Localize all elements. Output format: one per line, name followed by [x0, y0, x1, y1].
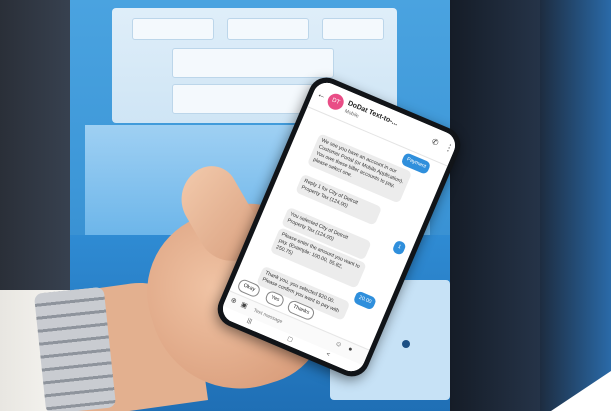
phone-call-icon[interactable]: ✆	[430, 137, 440, 148]
avatar: DT	[325, 91, 347, 113]
nav-back-icon[interactable]: <	[325, 351, 331, 358]
kiosk-button	[322, 18, 384, 40]
message-bubble-outgoing: 1	[391, 239, 407, 256]
photo-scene: ← DT DoDat Text-to-... Mobile ✆ ⋮ Paymen…	[0, 0, 611, 411]
add-icon[interactable]: ⊕	[229, 296, 238, 306]
nav-recent-icon[interactable]: |||	[246, 318, 253, 325]
kiosk-button	[227, 18, 309, 40]
nav-home-icon[interactable]: ▢	[286, 335, 294, 344]
microphone-icon[interactable]: ●	[347, 346, 354, 354]
back-arrow-icon[interactable]: ←	[316, 88, 328, 101]
kiosk-indicator	[402, 340, 410, 348]
kiosk-button	[132, 18, 214, 40]
watch-band	[33, 286, 117, 411]
white-corner	[551, 371, 611, 411]
emoji-icon[interactable]: ☺	[334, 340, 343, 349]
gallery-icon[interactable]: ▣	[240, 300, 249, 310]
kiosk-button	[172, 48, 334, 78]
message-bubble-outgoing: 20.00	[352, 290, 378, 311]
background-pillar	[540, 0, 611, 411]
